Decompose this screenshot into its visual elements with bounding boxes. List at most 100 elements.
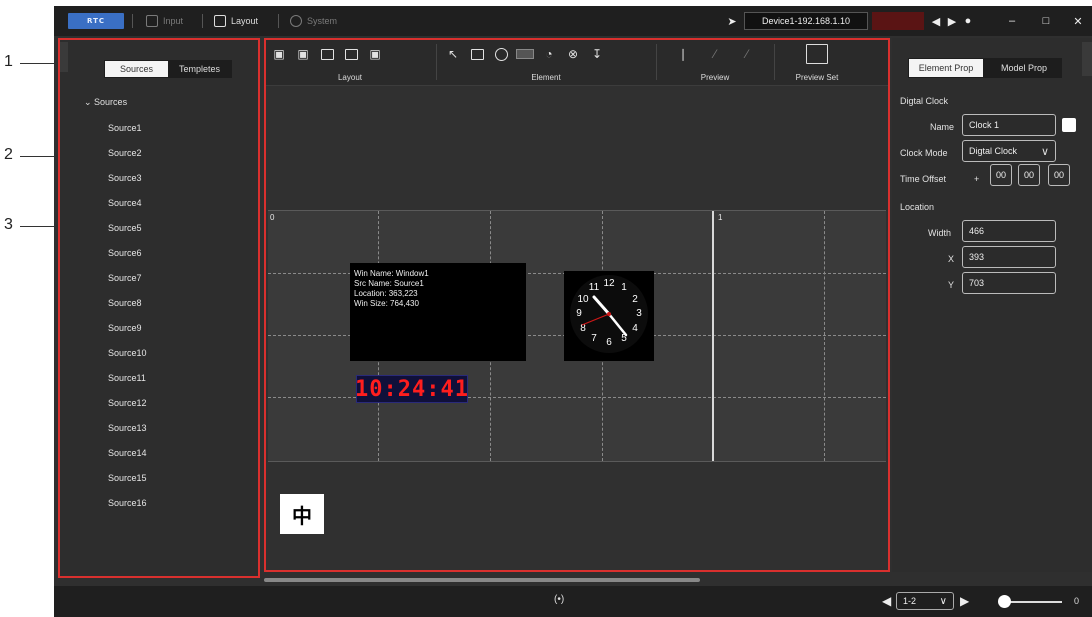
clock-icon[interactable] (492, 45, 510, 63)
menu-layout[interactable]: Layout (214, 14, 258, 28)
time-offset-label: Time Offset (900, 174, 947, 184)
divider (656, 44, 657, 80)
location-title: Location (900, 202, 935, 212)
pin-icon[interactable]: ↧ (588, 45, 606, 63)
screen-label: 1 (718, 213, 723, 222)
menu-input-label: Input (163, 16, 184, 26)
source-tabs: Sources Templetes (104, 60, 232, 78)
ribbon-group-preview: ❘ ⁄ ⁄ Preview (660, 42, 770, 84)
list-item[interactable]: Source8 (108, 297, 147, 322)
width-field[interactable]: 466 (962, 220, 1056, 242)
list-item[interactable]: Source16 (108, 497, 147, 522)
list-item[interactable]: Source10 (108, 347, 147, 372)
ribbon-group-label: Preview (700, 73, 730, 82)
list-item[interactable]: Source9 (108, 322, 147, 347)
source-list: Source1 Source2 Source3 Source4 Source5 … (108, 122, 147, 522)
user-icon[interactable]: ● (960, 13, 976, 29)
timer-icon[interactable]: ◔ (540, 45, 558, 63)
list-item[interactable]: Source14 (108, 447, 147, 472)
monitor-icon[interactable] (468, 45, 486, 63)
list-item[interactable]: Source2 (108, 147, 147, 172)
layout-list-icon[interactable] (318, 45, 336, 63)
list-item[interactable]: Source4 (108, 197, 147, 222)
screen-label: 0 (270, 213, 275, 222)
horizontal-scrollbar[interactable] (264, 578, 700, 582)
list-item[interactable]: Source6 (108, 247, 147, 272)
delete-icon[interactable]: ⊗ (564, 45, 582, 63)
pencil-icon[interactable]: ⁄ (738, 45, 756, 63)
divider (202, 14, 203, 28)
time-offset-hours[interactable]: 00 (990, 164, 1012, 186)
tab-templetes[interactable]: Templetes (168, 61, 231, 77)
y-label: Y (948, 280, 955, 290)
name-field[interactable]: Clock 1 (962, 114, 1056, 136)
list-item[interactable]: Source13 (108, 422, 147, 447)
input-icon (146, 15, 158, 27)
section-title: Digtal Clock (900, 96, 949, 106)
tree-header[interactable]: ⌄ Sources (84, 97, 127, 108)
screen-canvas[interactable]: 0 1 Win Name: Window1 Src Name: Source1 … (268, 210, 886, 462)
layout-editor: ▣ ▣ ▣ Layout ↖ ◔ ⊗ ↧ Element ❘ ⁄ ⁄ Previ… (264, 38, 890, 572)
menu-input[interactable]: Input (146, 14, 183, 28)
tab-model-prop[interactable]: Model Prop (987, 59, 1061, 77)
list-item[interactable]: Source11 (108, 372, 147, 397)
clock-mode-select[interactable]: Digtal Clock (962, 140, 1056, 162)
tab-sources[interactable]: Sources (105, 61, 168, 77)
source-name-line: Src Name: Source1 (354, 279, 424, 288)
clock-face: 12 1 2 3 4 5 6 7 8 9 10 11 (570, 275, 648, 353)
page-next-icon[interactable]: ▶ (960, 594, 969, 608)
x-field[interactable]: 393 (962, 246, 1056, 268)
properties-panel: Element Prop Model Prop Digtal Clock Nam… (892, 38, 1092, 572)
time-offset-sign[interactable]: + (974, 174, 979, 184)
list-item[interactable]: Source15 (108, 472, 147, 497)
edit-layout-icon[interactable] (342, 45, 360, 63)
panel-collapse-handle[interactable] (60, 42, 68, 72)
grid-line (824, 211, 825, 461)
list-item[interactable]: Source12 (108, 397, 147, 422)
device-indicator[interactable]: Device1-192.168.1.10 (744, 12, 868, 30)
menu-system[interactable]: System (290, 14, 337, 28)
window-size-line: Win Size: 764,430 (354, 299, 419, 308)
prev-arrow-icon[interactable]: ◀ (928, 13, 944, 29)
ime-indicator: 中 (280, 494, 324, 534)
connect-icon[interactable]: ➤ (724, 13, 740, 29)
close-icon[interactable]: ✕ (1070, 13, 1086, 29)
layout-icon (214, 15, 226, 27)
digital-clock-icon[interactable] (516, 45, 534, 63)
list-item[interactable]: Source7 (108, 272, 147, 297)
panel-collapse-handle[interactable] (1082, 42, 1092, 76)
minimize-icon[interactable]: – (1004, 13, 1020, 29)
digital-clock-element[interactable]: 10:24:41 (355, 375, 468, 403)
add-layout-icon[interactable]: ▣ (270, 45, 288, 63)
pen-icon[interactable]: ⁄ (706, 45, 724, 63)
zoom-slider-handle[interactable] (998, 595, 1011, 608)
list-item[interactable]: Source1 (108, 122, 147, 147)
y-field[interactable]: 703 (962, 272, 1056, 294)
system-icon (290, 15, 302, 27)
callout-number-1: 1 (4, 53, 13, 70)
pointer-icon[interactable]: ↖ (444, 45, 462, 63)
ribbon-group-preview-set: Preview Set (780, 42, 854, 84)
time-offset-minutes[interactable]: 00 (1018, 164, 1040, 186)
time-offset-seconds[interactable]: 00 (1048, 164, 1070, 186)
lock-icon[interactable]: ▣ (366, 45, 384, 63)
preview-set-icon[interactable] (806, 44, 828, 64)
window-element[interactable]: Win Name: Window1 Src Name: Source1 Loca… (350, 263, 526, 361)
screen-divider (712, 211, 714, 461)
analog-clock-element[interactable]: 12 1 2 3 4 5 6 7 8 9 10 11 (564, 271, 654, 361)
tab-element-prop[interactable]: Element Prop (909, 59, 983, 77)
zoom-slider[interactable] (1002, 601, 1062, 603)
maximize-icon[interactable]: □ (1038, 13, 1054, 29)
divider (132, 14, 133, 28)
window-name-line: Win Name: Window1 (354, 269, 429, 278)
page-prev-icon[interactable]: ◀ (882, 594, 891, 608)
list-item[interactable]: Source5 (108, 222, 147, 247)
page-select[interactable]: 1-2 (896, 592, 954, 610)
broadcast-icon[interactable]: (•) (554, 594, 564, 605)
save-layout-icon[interactable]: ▣ (294, 45, 312, 63)
title-bar: RTC Input Layout System ➤ Device1-192.16… (54, 6, 1092, 36)
color-swatch[interactable] (1062, 118, 1076, 132)
brush-icon[interactable]: ❘ (674, 45, 692, 63)
next-arrow-icon[interactable]: ▶ (944, 13, 960, 29)
list-item[interactable]: Source3 (108, 172, 147, 197)
